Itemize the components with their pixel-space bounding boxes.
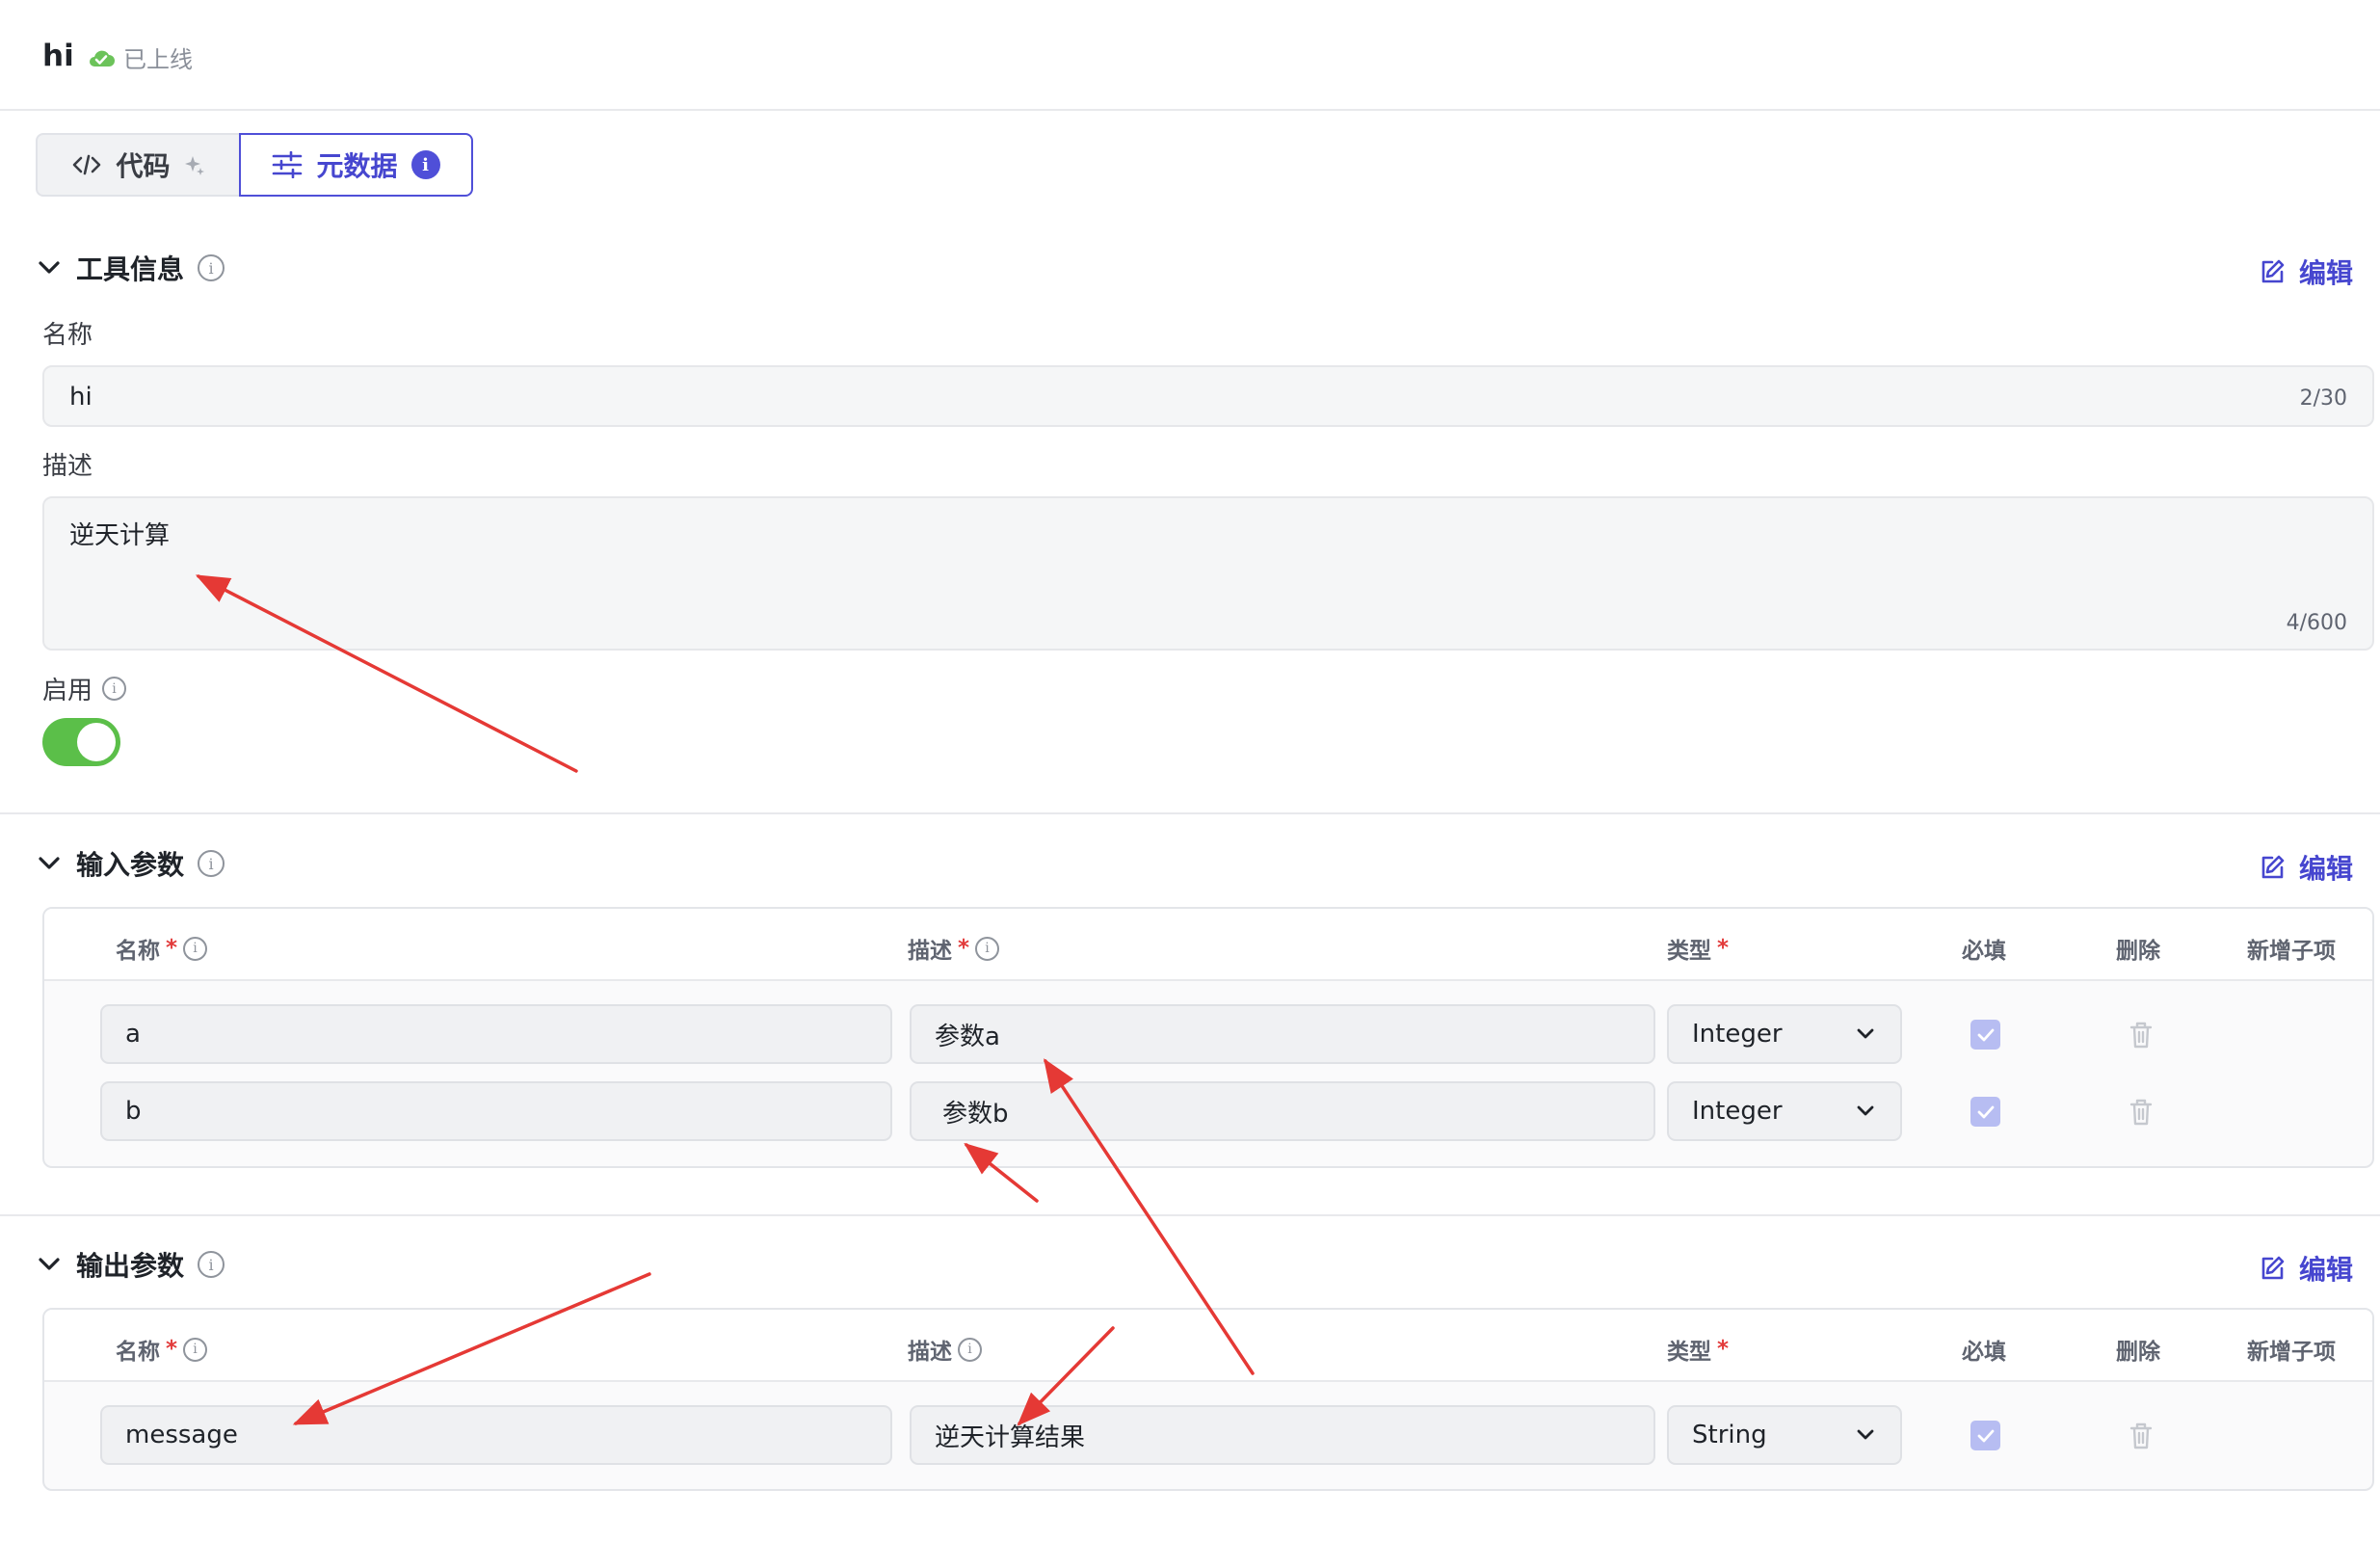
info-badge-icon: i: [410, 150, 440, 179]
col-delete-header: 删除: [2116, 939, 2160, 964]
trash-icon[interactable]: [2128, 1021, 2155, 1050]
trash-icon[interactable]: [2128, 1098, 2155, 1127]
param-name-input[interactable]: a: [100, 1004, 892, 1064]
chevron-down-icon: [1857, 1105, 1874, 1116]
name-field-value: hi: [69, 383, 93, 412]
param-type-value: Integer: [1692, 1097, 1783, 1126]
name-field[interactable]: hi 2/30: [42, 365, 2374, 427]
code-icon: [73, 154, 101, 175]
param-name-input[interactable]: message: [100, 1405, 892, 1465]
info-icon: i: [102, 677, 127, 701]
info-icon: i: [198, 1251, 225, 1278]
required-checkbox[interactable]: [1970, 1097, 2000, 1127]
info-icon: i: [198, 850, 225, 877]
trash-icon[interactable]: [2128, 1422, 2155, 1450]
sparkle-icon: [184, 156, 204, 175]
status-badge: 已上线: [87, 40, 193, 74]
section-divider: [0, 1214, 2380, 1216]
view-tabs: 代码 元数据 i: [36, 133, 473, 197]
param-type-select[interactable]: String: [1667, 1405, 1902, 1465]
param-desc-input[interactable]: 参数a: [910, 1004, 1655, 1064]
description-field-value: 逆天计算: [69, 521, 171, 550]
col-desc-header: 描述 * i: [908, 932, 1000, 965]
tool-info-header[interactable]: 工具信息 i: [36, 249, 225, 287]
col-add-child-header: 新增子项: [2247, 1340, 2336, 1365]
param-name-input[interactable]: b: [100, 1081, 892, 1141]
output-params-edit-button[interactable]: 编辑: [2259, 1249, 2353, 1288]
section-divider: [0, 812, 2380, 814]
info-icon: i: [183, 936, 208, 961]
input-params-header[interactable]: 输入参数 i: [36, 844, 225, 883]
enable-toggle[interactable]: [42, 718, 120, 766]
edit-label: 编辑: [2299, 1254, 2354, 1286]
enable-label: 启用: [42, 677, 93, 705]
col-type-header: 类型 *: [1667, 936, 1730, 964]
col-name-header: 名称 * i: [116, 932, 208, 965]
input-params-title: 输入参数: [76, 849, 185, 881]
name-char-counter: 2/30: [2299, 386, 2347, 411]
tab-code-label: 代码: [116, 150, 171, 182]
edit-label: 编辑: [2299, 853, 2354, 885]
description-char-counter: 4/600: [2286, 611, 2347, 635]
sliders-icon: [273, 151, 303, 178]
tool-info-edit-button[interactable]: 编辑: [2259, 253, 2353, 291]
input-params-edit-button[interactable]: 编辑: [2259, 848, 2353, 887]
col-name-header: 名称 * i: [116, 1333, 208, 1366]
chevron-down-icon: [39, 261, 60, 274]
output-params-header[interactable]: 输出参数 i: [36, 1245, 225, 1284]
chevron-down-icon: [39, 857, 60, 869]
toggle-knob: [77, 723, 116, 761]
col-type-header: 类型 *: [1667, 1337, 1730, 1365]
col-delete-header: 删除: [2116, 1340, 2160, 1365]
description-field[interactable]: 逆天计算 4/600: [42, 496, 2374, 651]
status-text: 已上线: [123, 46, 193, 73]
param-type-select[interactable]: Integer: [1667, 1004, 1902, 1064]
page-header: [0, 0, 2380, 111]
check-icon: [1977, 1105, 1994, 1118]
tool-info-title: 工具信息: [76, 253, 185, 285]
enable-label-row: 启用 i: [42, 671, 127, 706]
check-icon: [1977, 1028, 1994, 1041]
required-checkbox[interactable]: [1970, 1020, 2000, 1050]
name-field-label: 名称: [42, 321, 93, 350]
info-icon: i: [183, 1337, 208, 1362]
output-params-table: 名称 * i 描述 i 类型 * 必填 删除 新增子项 message 逆天计算结果 S…: [42, 1308, 2374, 1491]
table-header: 名称 * i 描述 * i 类型 * 必填 删除 新增子项: [44, 909, 2372, 981]
tab-metadata[interactable]: 元数据 i: [239, 133, 473, 197]
output-params-title: 输出参数: [76, 1250, 185, 1282]
param-desc-input[interactable]: 逆天计算结果: [910, 1405, 1655, 1465]
col-add-child-header: 新增子项: [2247, 939, 2336, 964]
chevron-down-icon: [1857, 1028, 1874, 1039]
tool-title: hi: [42, 39, 74, 73]
cloud-check-icon: [90, 50, 115, 66]
edit-icon: [2261, 1256, 2285, 1280]
info-icon: i: [975, 936, 1000, 961]
check-icon: [1977, 1429, 1994, 1442]
info-icon: i: [198, 254, 225, 281]
edit-label: 编辑: [2299, 257, 2354, 289]
chevron-down-icon: [39, 1258, 60, 1270]
param-desc-input[interactable]: 参数b: [910, 1081, 1655, 1141]
tab-metadata-label: 元数据: [316, 150, 398, 182]
info-icon: i: [958, 1337, 982, 1362]
required-checkbox[interactable]: [1970, 1421, 2000, 1450]
edit-icon: [2261, 855, 2285, 879]
param-type-value: Integer: [1692, 1020, 1783, 1049]
input-params-table: 名称 * i 描述 * i 类型 * 必填 删除 新增子项 a 参数a Integer b…: [42, 907, 2374, 1168]
param-type-select[interactable]: Integer: [1667, 1081, 1902, 1141]
param-type-value: String: [1692, 1421, 1767, 1449]
chevron-down-icon: [1857, 1429, 1874, 1440]
col-required-header: 必填: [1962, 939, 2006, 964]
description-field-label: 描述: [42, 452, 93, 481]
tab-code[interactable]: 代码: [36, 133, 239, 197]
edit-icon: [2261, 259, 2285, 283]
col-required-header: 必填: [1962, 1340, 2006, 1365]
table-header: 名称 * i 描述 i 类型 * 必填 删除 新增子项: [44, 1310, 2372, 1382]
col-desc-header: 描述 i: [908, 1333, 982, 1366]
